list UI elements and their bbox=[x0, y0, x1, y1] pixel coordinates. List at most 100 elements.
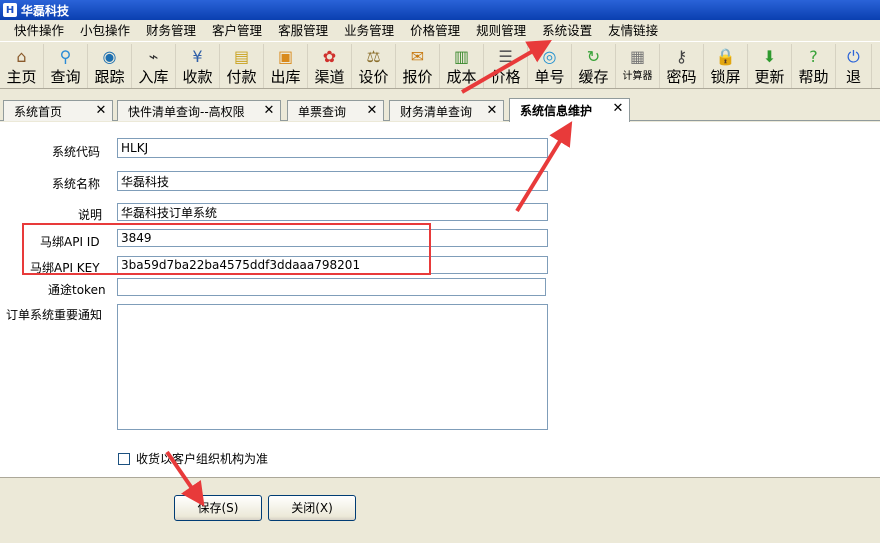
toolbar-button-7[interactable]: ✿ 渠道 bbox=[308, 44, 352, 88]
toolbar-label: 退 bbox=[845, 68, 861, 86]
toolbar-button-9[interactable]: ✉ 报价 bbox=[396, 44, 440, 88]
menu-bar: 快件操作 小包操作 财务管理 客户管理 客服管理 业务管理 价格管理 规则管理 系统设置 友情链接 bbox=[0, 20, 880, 42]
toolbar-label: 付款 bbox=[226, 68, 257, 86]
close-icon[interactable]: ✕ bbox=[485, 104, 499, 118]
toolbar-label: 单号 bbox=[534, 68, 565, 86]
tab-2[interactable]: 单票查询 ✕ bbox=[287, 100, 384, 121]
description-input[interactable] bbox=[117, 203, 548, 221]
home-icon: ⌂ bbox=[16, 47, 27, 66]
toolbar-label: 主页 bbox=[6, 68, 37, 86]
tab-0[interactable]: 系统首页 ✕ bbox=[3, 100, 113, 121]
toolbar-label: 价格 bbox=[490, 68, 521, 86]
tab-label: 快件清单查询--高权限 bbox=[128, 104, 245, 119]
toolbar-button-12[interactable]: ◎ 单号 bbox=[528, 44, 572, 88]
toolbar-label: 报价 bbox=[402, 68, 433, 86]
notice-textarea[interactable] bbox=[117, 304, 548, 430]
close-icon[interactable]: ✕ bbox=[94, 104, 108, 118]
menu-item-3[interactable]: 客户管理 bbox=[204, 20, 270, 42]
toolbar-button-2[interactable]: ◉ 跟踪 bbox=[88, 44, 132, 88]
toolbar-label: 密码 bbox=[666, 68, 697, 86]
toolbar-label: 收款 bbox=[182, 68, 213, 86]
menu-item-0[interactable]: 快件操作 bbox=[0, 20, 72, 42]
toolbar-button-16[interactable]: 🔒 锁屏 bbox=[704, 44, 748, 88]
money-icon: ▤ bbox=[233, 47, 250, 66]
tab-label: 单票查询 bbox=[298, 104, 347, 119]
magnifier-icon: ⚲ bbox=[59, 47, 72, 66]
eye-icon: ◎ bbox=[542, 47, 557, 66]
tab-strip: 系统首页 ✕ 快件清单查询--高权限 ✕ 单票查询 ✕ 财务清单查询 ✕ 系统信息维护 ✕ bbox=[0, 97, 880, 122]
close-icon[interactable]: ✕ bbox=[262, 104, 276, 118]
scale-icon: ⚖ bbox=[366, 47, 381, 66]
tab-label: 系统信息维护 bbox=[520, 104, 593, 118]
toolbar-button-15[interactable]: ⚷ 密码 bbox=[660, 44, 704, 88]
toolbar-label: 帮助 bbox=[798, 68, 829, 86]
close-icon[interactable]: ✕ bbox=[365, 104, 379, 118]
description-label: 说明 bbox=[78, 208, 103, 222]
tab-label: 系统首页 bbox=[14, 104, 63, 119]
bar-chart-icon: ▥ bbox=[453, 47, 470, 66]
box-out-icon: ▣ bbox=[277, 47, 294, 66]
toolbar-label: 设价 bbox=[358, 68, 389, 86]
token-label: 通途token bbox=[48, 283, 106, 297]
menu-item-2[interactable]: 财务管理 bbox=[138, 20, 204, 42]
scanner-icon: ⌁ bbox=[148, 47, 159, 66]
system-code-label: 系统代码 bbox=[52, 145, 101, 159]
menu-item-9[interactable]: 友情链接 bbox=[600, 20, 666, 42]
toolbar-button-5[interactable]: ▤ 付款 bbox=[220, 44, 264, 88]
tab-1[interactable]: 快件清单查询--高权限 ✕ bbox=[117, 100, 281, 121]
toolbar-label: 成本 bbox=[446, 68, 477, 86]
app-logo-icon: H bbox=[3, 3, 17, 17]
system-name-input[interactable] bbox=[117, 171, 548, 191]
toolbar-button-19[interactable]: ⏻ 退 bbox=[836, 44, 872, 88]
price-tag-icon: ✉ bbox=[410, 47, 425, 66]
toolbar-button-14[interactable]: ▦ 计算器 bbox=[616, 44, 660, 88]
menu-item-6[interactable]: 价格管理 bbox=[402, 20, 468, 42]
close-button[interactable]: 关闭(X) bbox=[268, 495, 356, 521]
footer-bar bbox=[0, 477, 880, 543]
lock-icon: 🔒 bbox=[715, 47, 736, 66]
system-code-input[interactable] bbox=[117, 138, 548, 158]
toolbar-button-4[interactable]: ¥ 收款 bbox=[176, 44, 220, 88]
toolbar-label: 出库 bbox=[270, 68, 301, 86]
toolbar-label: 查询 bbox=[50, 68, 81, 86]
exit-icon: ⏻ bbox=[847, 47, 860, 66]
tab-3[interactable]: 财务清单查询 ✕ bbox=[389, 100, 504, 121]
toolbar-label: 锁屏 bbox=[710, 68, 741, 86]
menu-item-1[interactable]: 小包操作 bbox=[72, 20, 138, 42]
org-checkbox[interactable] bbox=[118, 452, 130, 465]
menu-item-5[interactable]: 业务管理 bbox=[336, 20, 402, 42]
save-button[interactable]: 保存(S) bbox=[174, 495, 262, 521]
toolbar-label: 跟踪 bbox=[94, 68, 125, 86]
toolbar-label: 入库 bbox=[138, 68, 169, 86]
toolbar-label: 缓存 bbox=[578, 68, 609, 86]
help-icon: ? bbox=[809, 47, 818, 66]
toolbar-button-1[interactable]: ⚲ 查询 bbox=[44, 44, 88, 88]
price-list-icon: ☰ bbox=[498, 47, 513, 66]
tab-label: 财务清单查询 bbox=[400, 104, 473, 119]
org-checkbox-row[interactable]: 收货以客户组织机构为准 bbox=[118, 450, 268, 467]
menu-item-4[interactable]: 客服管理 bbox=[270, 20, 336, 42]
tab-4[interactable]: 系统信息维护 ✕ bbox=[509, 98, 630, 122]
toolbar-button-11[interactable]: ☰ 价格 bbox=[484, 44, 528, 88]
menu-item-7[interactable]: 规则管理 bbox=[468, 20, 534, 42]
toolbar-label: 计算器 bbox=[622, 71, 653, 82]
toolbar-label: 更新 bbox=[754, 68, 785, 86]
toolbar-button-10[interactable]: ▥ 成本 bbox=[440, 44, 484, 88]
channel-icon: ✿ bbox=[322, 47, 337, 66]
token-input[interactable] bbox=[117, 278, 546, 296]
signal-icon: ◉ bbox=[102, 47, 117, 66]
refresh-icon: ↻ bbox=[586, 47, 601, 66]
toolbar-button-3[interactable]: ⌁ 入库 bbox=[132, 44, 176, 88]
toolbar-button-17[interactable]: ⬇ 更新 bbox=[748, 44, 792, 88]
toolbar-button-6[interactable]: ▣ 出库 bbox=[264, 44, 308, 88]
close-icon[interactable]: ✕ bbox=[611, 102, 625, 116]
title-bar: H 华磊科技 bbox=[0, 0, 880, 20]
toolbar-button-0[interactable]: ⌂ 主页 bbox=[0, 44, 44, 88]
system-name-label: 系统名称 bbox=[52, 177, 101, 191]
toolbar-button-8[interactable]: ⚖ 设价 bbox=[352, 44, 396, 88]
menu-item-8[interactable]: 系统设置 bbox=[534, 20, 600, 42]
toolbar-button-13[interactable]: ↻ 缓存 bbox=[572, 44, 616, 88]
toolbar-button-18[interactable]: ? 帮助 bbox=[792, 44, 836, 88]
annotation-highlight-box bbox=[22, 223, 431, 275]
calculator-icon: ▦ bbox=[629, 47, 646, 66]
